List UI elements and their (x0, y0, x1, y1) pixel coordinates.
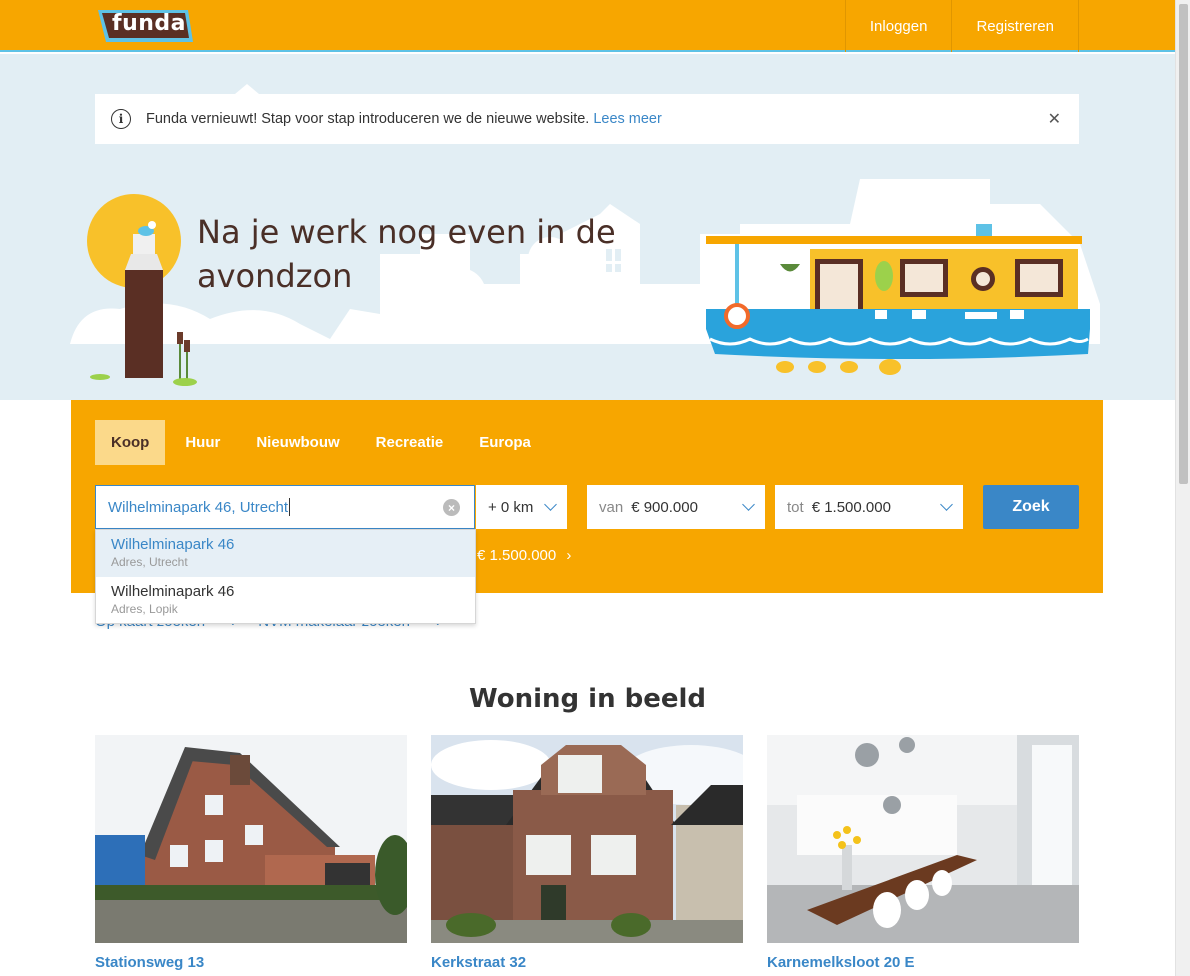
suggestion-item[interactable]: Wilhelminapark 46 Adres, Utrecht (96, 530, 475, 577)
clear-icon[interactable]: × (443, 499, 460, 516)
radius-select[interactable]: + 0 km (476, 485, 567, 529)
recent-search-text: € 1.500.000 (477, 547, 557, 564)
login-link[interactable]: Inloggen (844, 0, 952, 52)
card-title[interactable]: Stationsweg 13 (95, 954, 407, 971)
price-to-value: € 1.500.000 (811, 498, 891, 516)
price-from-value: € 900.000 (631, 498, 698, 516)
announcement-banner: i Funda vernieuwt! Stap voor stap introd… (95, 84, 1079, 144)
register-link[interactable]: Registreren (951, 0, 1079, 52)
suggestion-subtitle: Adres, Utrecht (111, 555, 188, 569)
house-photo[interactable] (95, 735, 407, 943)
search-tabs: Koop Huur Nieuwbouw Recreatie Europa (95, 420, 551, 465)
card-title[interactable]: Karnemelksloot 20 E (767, 954, 1079, 971)
chevron-down-icon (544, 498, 557, 511)
house-photo[interactable] (431, 735, 743, 943)
recent-search-link[interactable]: € 1.500.000 › (477, 547, 571, 564)
suggestion-item[interactable]: Wilhelminapark 46 Adres, Lopik (96, 577, 475, 624)
tab-koop[interactable]: Koop (95, 420, 166, 465)
tab-recreatie[interactable]: Recreatie (360, 420, 460, 465)
price-from-prefix: van (599, 498, 624, 516)
chevron-down-icon (742, 498, 755, 511)
chevron-down-icon (940, 498, 953, 511)
tab-huur[interactable]: Huur (169, 420, 236, 465)
section-title: Woning in beeld (468, 684, 707, 714)
info-icon: i (111, 109, 131, 129)
hero-title: Na je werk nog even in de avondzon (197, 213, 616, 295)
radius-value: + 0 km (488, 498, 534, 516)
location-search-input[interactable]: Wilhelminapark 46, Utrecht × (95, 485, 475, 529)
featured-card[interactable]: Kerkstraat 32 (431, 735, 743, 971)
suggestion-subtitle: Adres, Lopik (111, 602, 178, 616)
suggestion-title: Wilhelminapark 46 (111, 583, 235, 600)
scrollbar-thumb[interactable] (1179, 4, 1188, 484)
search-button[interactable]: Zoek (983, 485, 1079, 529)
interior-photo[interactable] (767, 735, 1079, 943)
tab-nieuwbouw[interactable]: Nieuwbouw (240, 420, 355, 465)
hero-banner: i Funda vernieuwt! Stap voor stap introd… (0, 54, 1175, 400)
banner-caret (235, 84, 259, 94)
card-title[interactable]: Kerkstraat 32 (431, 954, 743, 971)
autocomplete-dropdown: Wilhelminapark 46 Adres, Utrecht Wilhelm… (95, 529, 476, 624)
announcement-text: Funda vernieuwt! Stap voor stap introduc… (146, 111, 590, 127)
search-input-value: Wilhelminapark 46, Utrecht (108, 498, 289, 516)
site-header: funda Inloggen Registreren (0, 0, 1175, 52)
close-icon[interactable]: ✕ (1048, 109, 1061, 129)
logo-text: funda (112, 11, 186, 36)
price-to-select[interactable]: tot € 1.500.000 (775, 485, 963, 529)
read-more-link[interactable]: Lees meer (593, 111, 662, 127)
suggestion-title: Wilhelminapark 46 (111, 536, 235, 553)
featured-card[interactable]: Stationsweg 13 (95, 735, 407, 971)
featured-card[interactable]: Karnemelksloot 20 E (767, 735, 1079, 971)
tab-europa[interactable]: Europa (463, 420, 547, 465)
price-from-select[interactable]: van € 900.000 (587, 485, 765, 529)
chevron-right-icon: › (566, 547, 572, 564)
text-caret (289, 498, 291, 516)
price-to-prefix: tot (787, 498, 804, 516)
page-scrollbar[interactable] (1175, 0, 1190, 976)
